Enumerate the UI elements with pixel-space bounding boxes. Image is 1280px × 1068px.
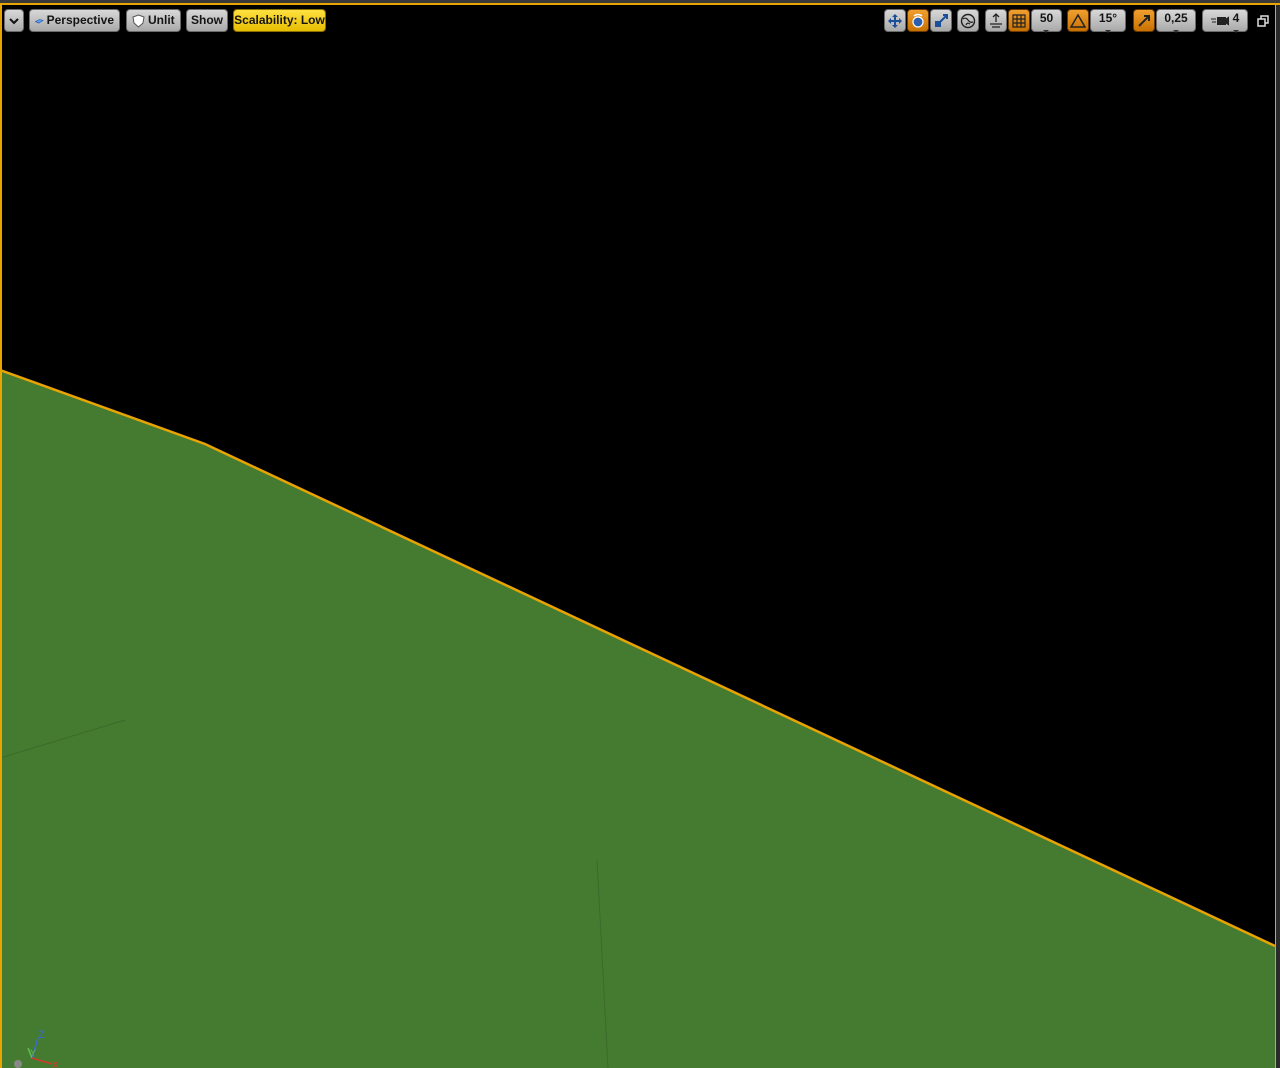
maximize-viewport-button[interactable] [1254,12,1272,30]
shield-icon [132,13,145,28]
grid-icon [1012,13,1026,28]
chevron-down-icon [9,17,19,24]
scalability-button[interactable]: Scalability: Low [233,9,326,32]
viewport-left-border [0,5,2,1068]
restore-viewport-icon [1257,15,1269,27]
y-axis-label: Y [30,1048,36,1058]
scale-mode-button[interactable] [930,9,952,32]
scale-snap-button[interactable] [1133,9,1155,32]
viewport-options-button[interactable] [4,9,24,32]
rotation-snap-value: 15° [1099,8,1117,33]
x-axis-line [31,1057,53,1065]
scalability-label: Scalability: Low [234,13,325,27]
world-local-button[interactable] [957,9,979,32]
grid-snap-value-button[interactable]: 50 [1031,8,1062,33]
rotation-snap-button[interactable] [1067,9,1089,32]
camera-speed-button[interactable]: 4 [1202,8,1248,33]
viewport-right-border [1275,5,1280,1068]
level-viewport[interactable]: Perspective Unlit Show Scalability: Low [0,0,1280,1068]
viewport-top-border [0,0,1280,5]
rotation-snap-value-button[interactable]: 15° [1090,8,1126,33]
camera-speed-value: 4 [1233,8,1239,33]
scale-snap-value: 0,25 [1164,8,1188,33]
show-label: Show [191,13,223,27]
view-mode-label: Unlit [148,13,175,27]
surface-snap-button[interactable] [985,9,1007,32]
z-axis-label: Z [38,1029,45,1041]
scale-snap-icon [1138,14,1150,27]
translate-mode-button[interactable] [884,9,906,32]
perspective-cube-icon [35,18,44,23]
show-button[interactable]: Show [186,9,228,32]
grid-snap-button[interactable] [1008,9,1030,32]
translate-arrows-icon [888,13,902,28]
x-axis-label: X [52,1060,59,1068]
perspective-button[interactable]: Perspective [29,9,120,32]
scale-icon [935,13,948,27]
surface-snap-icon [990,12,1002,28]
camera-speed-icon [1210,15,1229,26]
globe-icon [960,13,976,28]
angle-icon [1070,13,1086,28]
scale-snap-value-button[interactable]: 0,25 [1156,8,1196,33]
perspective-label: Perspective [46,13,114,27]
grid-snap-value: 50 [1040,8,1053,33]
axis-gizmo: Z Y X [14,1029,59,1068]
origin-marker [14,1060,22,1068]
rotate-icon [912,13,924,28]
view-mode-button[interactable]: Unlit [126,9,181,32]
rotate-mode-button[interactable] [907,9,929,32]
scene-canvas[interactable] [0,0,1280,1068]
